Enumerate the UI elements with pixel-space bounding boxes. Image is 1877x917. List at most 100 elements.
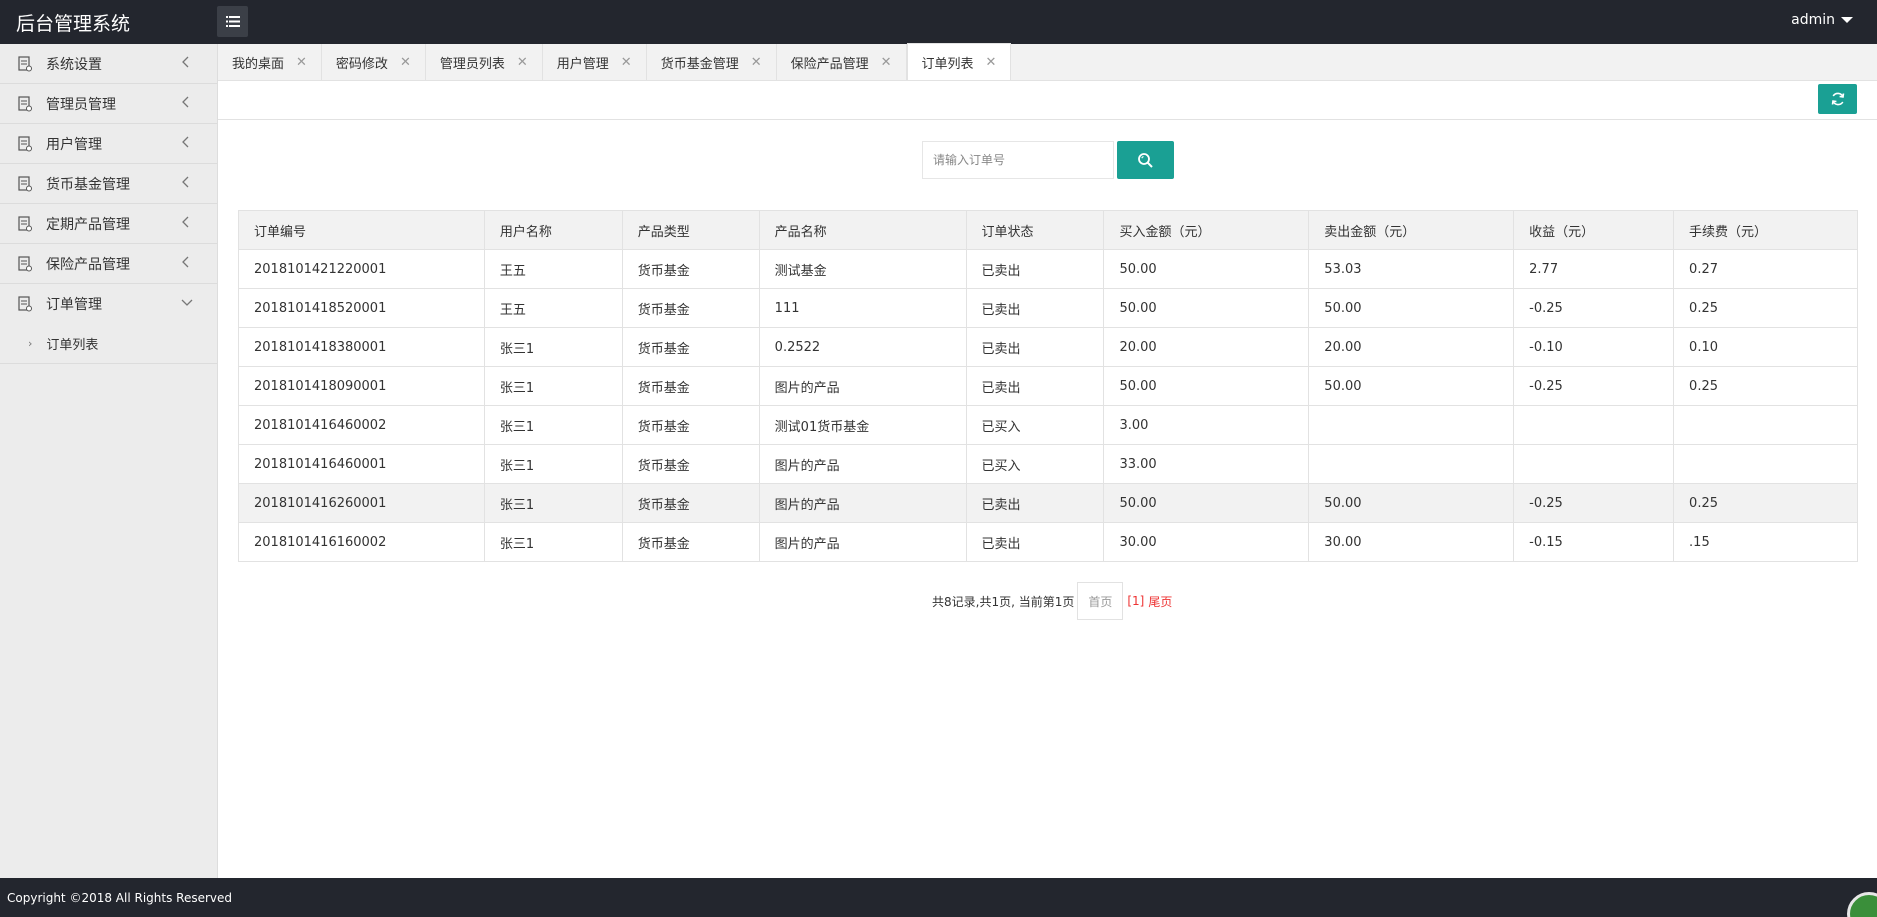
table-cell: 20.00 <box>1103 327 1310 367</box>
table-row: 2018101418520001 王五 货币基金 111 已卖出 50.00 50.00 -0… <box>238 288 1858 328</box>
table-cell: 3.00 <box>1103 405 1310 445</box>
table-cell: 已卖出 <box>965 366 1105 406</box>
app-title: 后台管理系统 <box>16 13 131 35</box>
pagination: 共8记录,共1页, 当前第1页 首页 [1] 尾页 <box>932 582 1172 620</box>
document-icon <box>18 175 32 191</box>
column-header: 买入金额（元） <box>1103 210 1310 250</box>
chevron-left-icon <box>182 216 189 228</box>
close-icon[interactable]: ✕ <box>751 55 762 70</box>
current-page-link[interactable]: [1] <box>1127 594 1144 608</box>
sidebar-subitem-label: 订单列表 <box>46 338 99 353</box>
table-row: 2018101416460002 张三1 货币基金 测试01货币基金 已买入 3.00 <box>238 405 1858 445</box>
sidebar-item-user-management[interactable]: 用户管理 <box>0 124 217 164</box>
floating-badge-icon[interactable] <box>1847 892 1877 917</box>
user-menu[interactable]: admin <box>1791 12 1853 28</box>
table-cell: 20.00 <box>1308 327 1515 367</box>
user-name: admin <box>1791 12 1835 28</box>
pagination-summary: 共8记录,共1页, 当前第1页 <box>932 594 1075 609</box>
table-cell: 图片的产品 <box>758 366 967 406</box>
table-cell: 2018101416160002 <box>238 522 485 562</box>
chevron-right-icon: › <box>28 337 33 350</box>
tab-money-fund-management[interactable]: 货币基金管理 ✕ <box>647 44 777 80</box>
table-cell <box>1673 405 1858 445</box>
order-number-search-input[interactable] <box>922 141 1114 179</box>
table-row: 2018101418380001 张三1 货币基金 0.2522 已卖出 20.00 20.… <box>238 327 1858 367</box>
table-cell: -0.10 <box>1513 327 1675 367</box>
table-cell: 已卖出 <box>965 327 1105 367</box>
table-cell: 2018101418380001 <box>238 327 485 367</box>
close-icon[interactable]: ✕ <box>296 55 307 70</box>
tab-user-management[interactable]: 用户管理 ✕ <box>543 44 647 80</box>
table-cell: 0.27 <box>1673 249 1858 289</box>
table-cell: 0.25 <box>1673 483 1858 523</box>
table-cell: 张三1 <box>483 327 623 367</box>
table-cell: 2018101416460002 <box>238 405 485 445</box>
document-icon <box>18 135 32 151</box>
close-icon[interactable]: ✕ <box>400 55 411 70</box>
table-cell: 张三1 <box>483 444 623 484</box>
table-cell: 50.00 <box>1308 483 1515 523</box>
sidebar-item-label: 系统设置 <box>46 56 102 73</box>
table-cell: 货币基金 <box>621 249 760 289</box>
table-cell: 张三1 <box>483 405 623 445</box>
chevron-left-icon <box>182 256 189 268</box>
footer: Copyright ©2018 All Rights Reserved <box>0 878 1877 917</box>
chevron-down-icon <box>181 299 193 306</box>
table-cell: 0.2522 <box>758 327 967 367</box>
table-cell <box>1673 444 1858 484</box>
menu-toggle-button[interactable] <box>217 6 248 37</box>
sidebar-item-admin-management[interactable]: 管理员管理 <box>0 84 217 124</box>
table-cell <box>1308 405 1515 445</box>
table-cell: 货币基金 <box>621 483 760 523</box>
content-toolbar <box>218 81 1877 120</box>
tab-password-change[interactable]: 密码修改 ✕ <box>322 44 426 80</box>
table-cell: 2018101418090001 <box>238 366 485 406</box>
table-header-row: 订单编号 用户名称 产品类型 产品名称 订单状态 买入金额（元） 卖出金额（元）… <box>238 210 1858 250</box>
table-cell: 测试基金 <box>758 249 967 289</box>
table-cell: 33.00 <box>1103 444 1310 484</box>
document-icon <box>18 215 32 231</box>
close-icon[interactable]: ✕ <box>986 55 997 70</box>
sidebar: 系统设置 管理员管理 用户管理 货币基金管理 定期产品管理 保险产品管理 订单管… <box>0 44 218 878</box>
sidebar-item-label: 订单管理 <box>46 297 102 313</box>
refresh-button[interactable] <box>1818 84 1857 114</box>
sidebar-item-label: 定期产品管理 <box>46 216 130 233</box>
table-cell: 已卖出 <box>965 249 1105 289</box>
tab-insurance-product-management[interactable]: 保险产品管理 ✕ <box>777 44 907 80</box>
table-cell: .15 <box>1673 522 1858 562</box>
document-icon <box>18 296 32 312</box>
sidebar-item-insurance-product-management[interactable]: 保险产品管理 <box>0 244 217 284</box>
table-cell: -0.15 <box>1513 522 1675 562</box>
tab-admin-list[interactable]: 管理员列表 ✕ <box>426 44 543 80</box>
close-icon[interactable]: ✕ <box>621 55 632 70</box>
sidebar-item-label: 保险产品管理 <box>46 256 130 273</box>
table-cell: 50.00 <box>1103 288 1310 328</box>
column-header: 卖出金额（元） <box>1308 210 1515 250</box>
column-header: 订单状态 <box>965 210 1105 250</box>
sidebar-subitem-order-list[interactable]: › 订单列表 <box>0 324 217 364</box>
first-page-button[interactable]: 首页 <box>1077 582 1124 620</box>
tab-my-desktop[interactable]: 我的桌面 ✕ <box>218 44 322 80</box>
table-cell: 图片的产品 <box>758 444 967 484</box>
table-cell: -0.25 <box>1513 366 1675 406</box>
document-icon <box>18 55 32 71</box>
table-cell: 0.25 <box>1673 288 1858 328</box>
table-cell: 图片的产品 <box>758 522 967 562</box>
sidebar-item-fixed-product-management[interactable]: 定期产品管理 <box>0 204 217 244</box>
caret-down-icon <box>1841 17 1853 23</box>
sidebar-item-money-fund-management[interactable]: 货币基金管理 <box>0 164 217 204</box>
close-icon[interactable]: ✕ <box>881 55 892 70</box>
last-page-link[interactable]: 尾页 <box>1148 593 1172 610</box>
table-cell: 货币基金 <box>621 327 760 367</box>
sidebar-item-label: 用户管理 <box>46 136 102 153</box>
search-button[interactable] <box>1117 141 1174 179</box>
sidebar-item-system-settings[interactable]: 系统设置 <box>0 44 217 84</box>
sidebar-item-order-management[interactable]: 订单管理 <box>0 284 217 324</box>
hamburger-icon <box>225 16 240 27</box>
chevron-left-icon <box>182 136 189 148</box>
orders-table: 订单编号 用户名称 产品类型 产品名称 订单状态 买入金额（元） 卖出金额（元）… <box>238 210 1858 562</box>
table-cell: 2018101416260001 <box>238 483 485 523</box>
tab-order-list[interactable]: 订单列表 ✕ <box>906 43 1012 80</box>
search-icon <box>1138 152 1153 168</box>
close-icon[interactable]: ✕ <box>517 55 528 70</box>
